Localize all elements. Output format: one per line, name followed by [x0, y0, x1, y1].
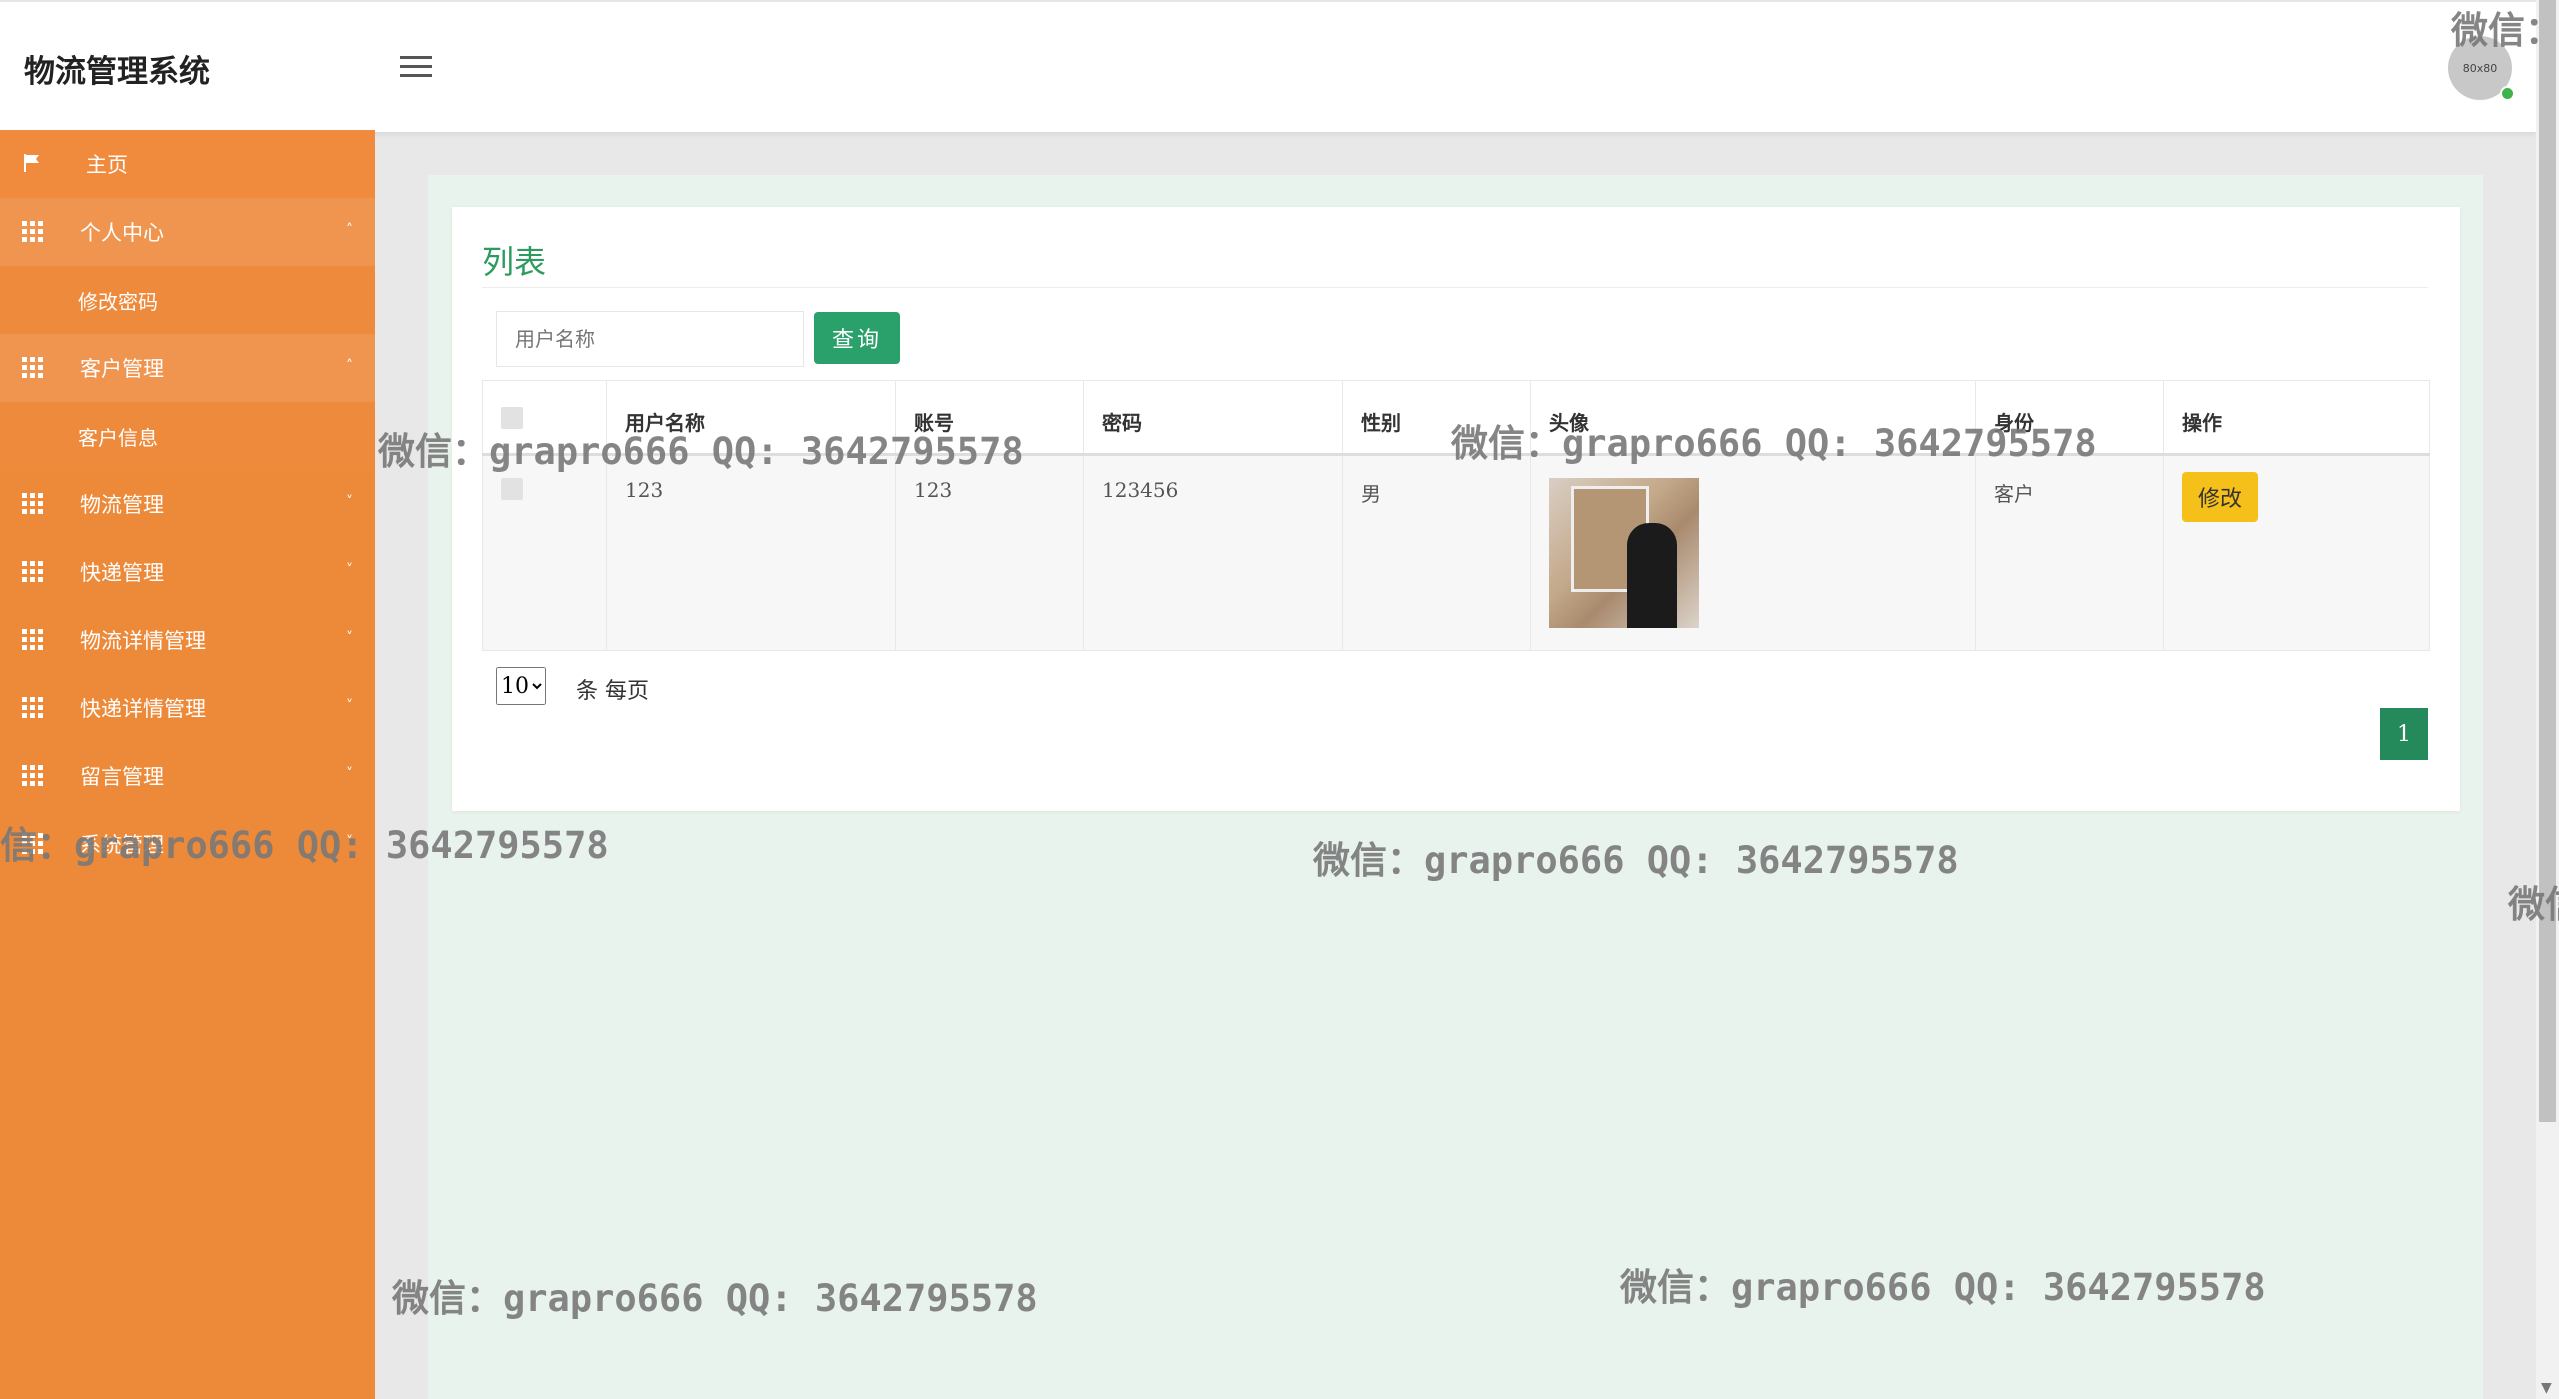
grid-icon	[22, 697, 43, 718]
grid-icon	[22, 561, 43, 582]
watermark: 微信：grapro666 QQ: 3642795578	[392, 1277, 1038, 1320]
cell-avatar	[1530, 454, 1976, 651]
sidebar-item-customer-management[interactable]: 客户管理 ˄	[0, 334, 375, 402]
cell-actions: 修改	[2163, 454, 2430, 651]
chevron-down-icon: ˅	[346, 494, 353, 510]
grid-icon	[22, 765, 43, 786]
grid-icon	[22, 221, 43, 242]
cell-password: 123456	[1083, 454, 1343, 651]
sidebar-item-label: 主页	[86, 153, 128, 177]
sidebar-item-logistics-management[interactable]: 物流管理 ˅	[0, 470, 375, 538]
sidebar-item-label: 物流管理	[80, 493, 164, 517]
flag-icon	[24, 154, 39, 172]
cell-role: 客户	[1975, 454, 2164, 651]
chevron-down-icon: ˅	[346, 630, 353, 646]
page-size-label: 条 每页	[576, 679, 649, 704]
search-button[interactable]: 查询	[814, 312, 900, 364]
sidebar-item-label: 客户管理	[80, 357, 164, 381]
row-checkbox[interactable]	[501, 478, 523, 500]
sidebar-item-label: 物流详情管理	[80, 629, 206, 653]
chevron-up-icon: ˄	[346, 358, 353, 374]
chevron-down-icon: ˅	[346, 562, 353, 578]
chevron-up-icon: ˄	[346, 222, 353, 238]
pagination-page-1[interactable]: 1	[2380, 708, 2428, 760]
sidebar-item-message-management[interactable]: 留言管理 ˅	[0, 742, 375, 810]
sidebar-item-express-detail-management[interactable]: 快递详情管理 ˅	[0, 674, 375, 742]
menu-toggle-icon[interactable]	[400, 56, 432, 80]
sidebar-subitem-change-password[interactable]: 修改密码	[0, 266, 375, 334]
online-status-dot	[2500, 86, 2515, 101]
cell-account: 123	[895, 454, 1084, 651]
sidebar-item-label: 快递详情管理	[80, 697, 206, 721]
list-panel: 列表 查询 用户名称 账号 密码 性别 头像 身份 操作 123 123 123…	[452, 207, 2460, 811]
sidebar-item-personal-center[interactable]: 个人中心 ˄	[0, 198, 375, 266]
chevron-down-icon: ˅	[346, 698, 353, 714]
table-row: 123 123 123456 男 客户 修改	[482, 454, 2430, 651]
watermark: 微信：grapro666 QQ: 3642795578	[1451, 422, 2097, 465]
sidebar-item-express-management[interactable]: 快递管理 ˅	[0, 538, 375, 606]
sidebar: 主页 个人中心 ˄ 修改密码 客户管理 ˄ 客户信息 物流管理 ˅ 快递管理 ˅…	[0, 130, 375, 1399]
sidebar-item-label: 快递管理	[80, 561, 164, 585]
cell-username: 123	[606, 454, 896, 651]
divider	[482, 287, 2428, 288]
sidebar-item-home[interactable]: 主页	[0, 130, 375, 198]
column-header: 密码	[1083, 380, 1343, 456]
top-header: 物流管理系统	[0, 0, 2536, 132]
username-search-input[interactable]	[496, 311, 804, 367]
page-size-select[interactable]: 10	[496, 667, 546, 705]
scroll-down-arrow-icon[interactable]: ▼	[2541, 1380, 2552, 1396]
edit-button[interactable]: 修改	[2182, 472, 2258, 522]
grid-icon	[22, 357, 43, 378]
page-title: 列表	[482, 243, 547, 281]
watermark: 微信：grapro666 QQ: 3642795578	[1313, 839, 1959, 882]
grid-icon	[22, 493, 43, 514]
row-select-cell[interactable]	[482, 454, 607, 651]
app-title: 物流管理系统	[24, 54, 210, 90]
chevron-down-icon: ˅	[346, 766, 353, 782]
column-header: 操作	[2163, 380, 2430, 456]
watermark: 微信：grapro666 QQ: 3642795578	[378, 430, 1024, 473]
watermark: 微信	[2508, 883, 2559, 926]
watermark: 信：grapro666 QQ: 3642795578	[0, 824, 609, 867]
watermark: 微信：	[2451, 9, 2559, 52]
grid-icon	[22, 629, 43, 650]
sidebar-item-label: 个人中心	[80, 221, 164, 245]
avatar-image	[1549, 478, 1699, 628]
sidebar-subitem-customer-info[interactable]: 客户信息	[0, 402, 375, 470]
sidebar-item-label: 留言管理	[80, 765, 164, 789]
watermark: 微信：grapro666 QQ: 3642795578	[1620, 1266, 2266, 1309]
sidebar-item-logistics-detail-management[interactable]: 物流详情管理 ˅	[0, 606, 375, 674]
cell-gender: 男	[1342, 454, 1531, 651]
scrollbar-thumb[interactable]	[2539, 0, 2556, 1122]
